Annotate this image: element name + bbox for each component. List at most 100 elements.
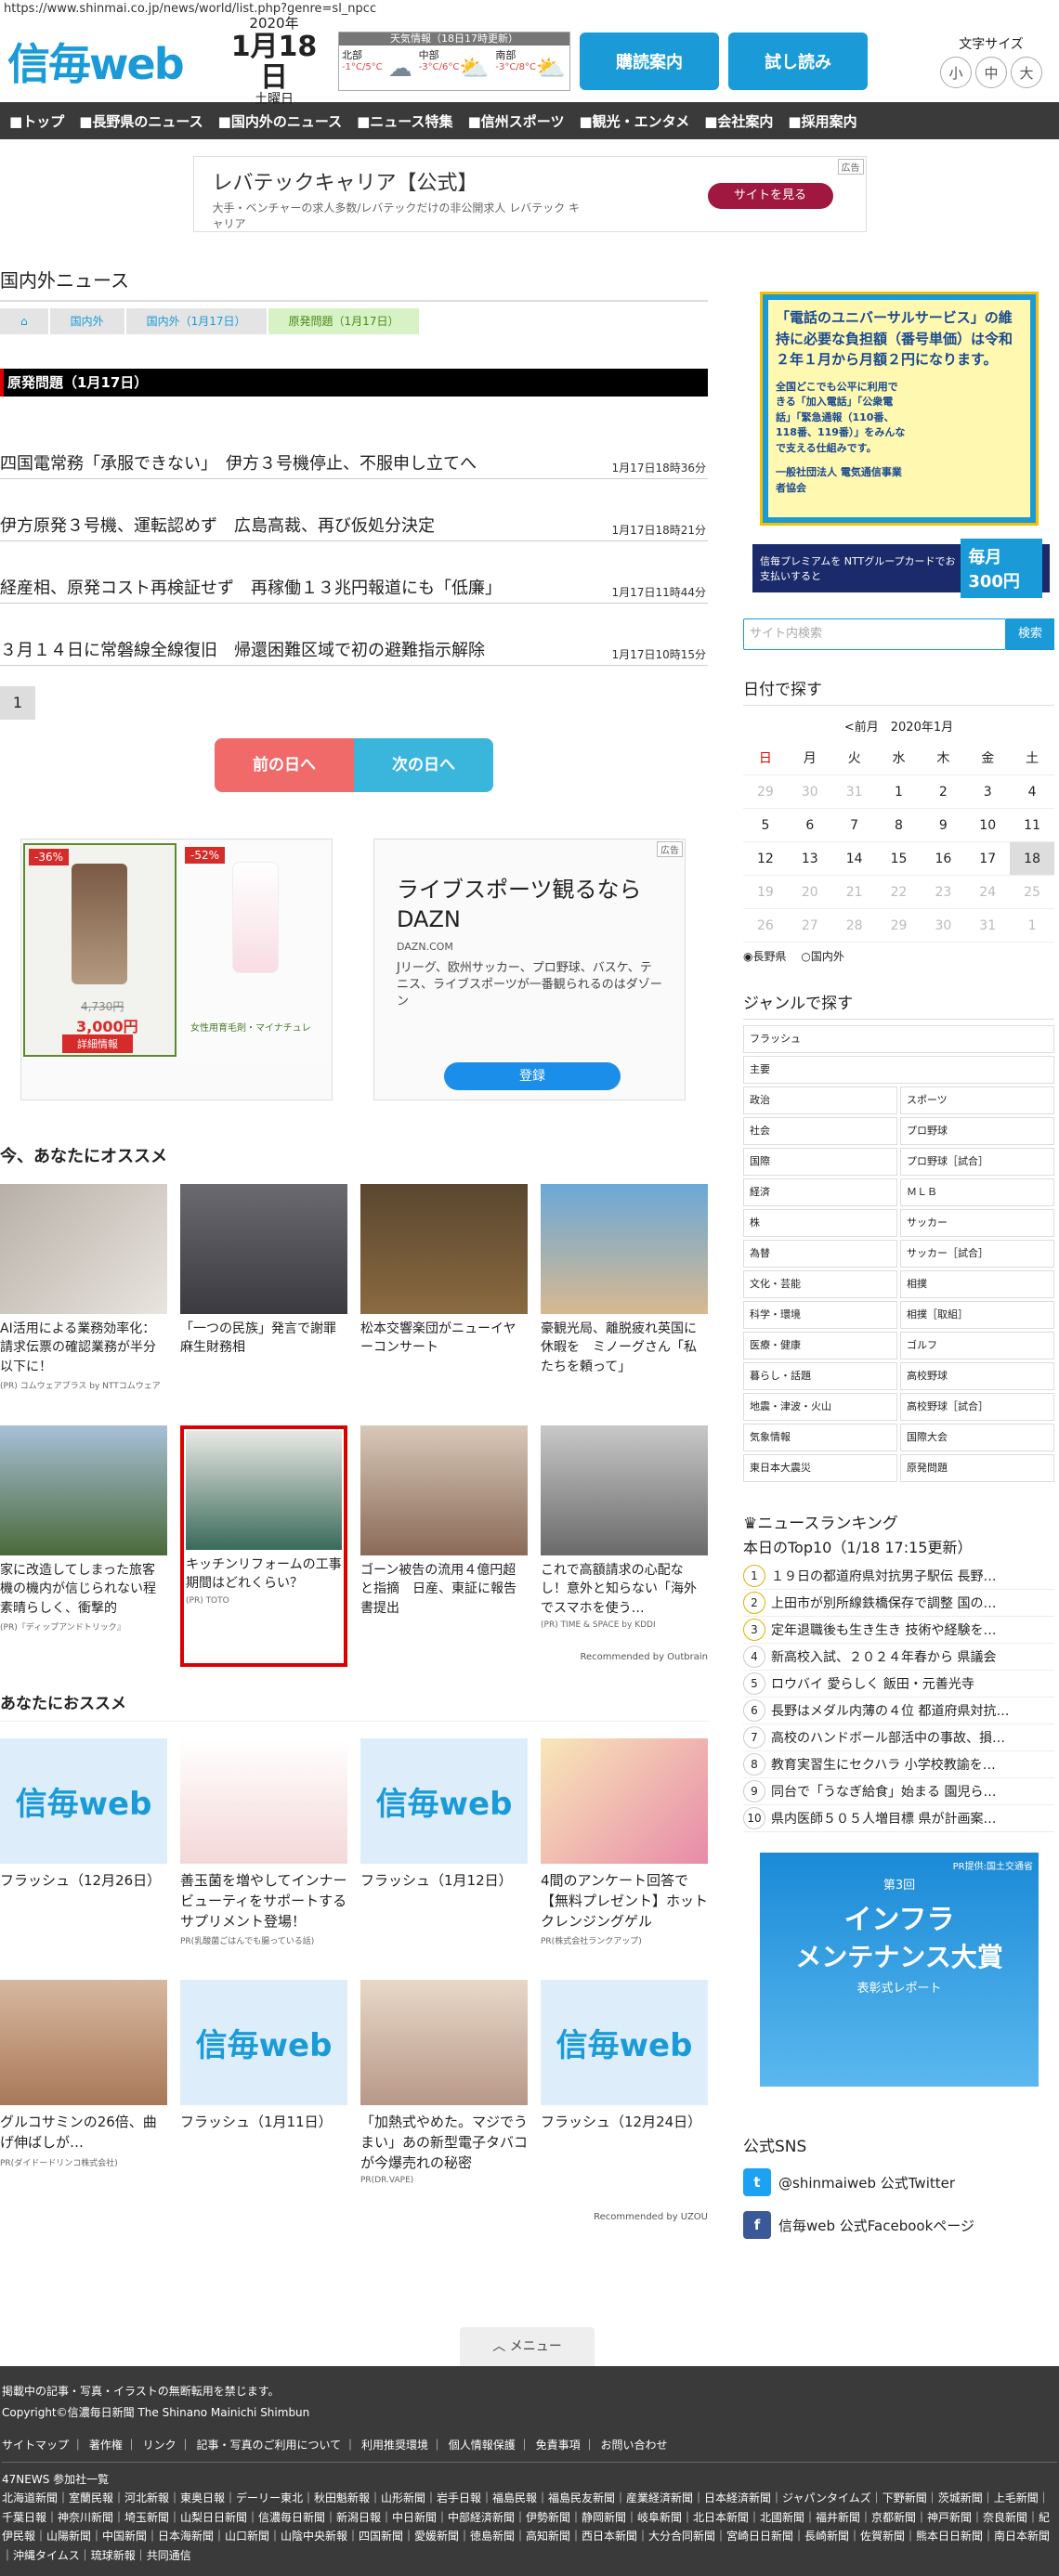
rank-title[interactable]: 長野はメダル内薄の４位 都道府県対抗… bbox=[771, 1701, 1009, 1720]
news-title[interactable]: 四国電常務「承服できない」 伊方３号機停止、不服申し立てへ bbox=[0, 450, 477, 475]
card-title[interactable]: フラッシュ（1月11日） bbox=[180, 2113, 347, 2133]
card-title[interactable]: AI活用による業務効率化：請求伝票の確認業務が半分以下に！ bbox=[0, 1320, 167, 1376]
news-item[interactable]: 経産相、原発コスト再検証せず 再稼働１３兆円報道にも「低廉」 1月17日11時44… bbox=[0, 541, 708, 604]
genre-item[interactable]: 国際大会 bbox=[900, 1424, 1054, 1451]
calendar-day[interactable]: 12 bbox=[743, 842, 788, 876]
genre-item[interactable]: 文化・芸能 bbox=[743, 1270, 897, 1298]
calendar-day[interactable]: 15 bbox=[876, 842, 922, 876]
news-item[interactable]: 伊方原発３号機、運転認めず 広島高裁、再び仮処分決定 1月17日18時21分 bbox=[0, 479, 708, 541]
footer-link[interactable]: 免責事項 ｜ bbox=[536, 2439, 595, 2452]
recommend-card[interactable]: 「一つの民族」発言で謝罪 麻生財務相 bbox=[180, 1184, 349, 1425]
genre-item[interactable]: ゴルフ bbox=[900, 1332, 1054, 1360]
genre-item[interactable]: 社会 bbox=[743, 1117, 897, 1145]
genre-item[interactable]: プロ野球［試合］ bbox=[900, 1148, 1054, 1176]
search-button[interactable]: 検索 bbox=[1006, 618, 1054, 650]
radio-world[interactable]: ○国内外 bbox=[801, 950, 844, 963]
calendar-day[interactable]: 17 bbox=[965, 842, 1011, 876]
genre-item[interactable]: 科学・環境 bbox=[743, 1301, 897, 1329]
infra-ad[interactable]: PR提供:国土交通省 第3回 インフラ メンテナンス大賞 表彰式レポート bbox=[760, 1853, 1039, 2087]
rank-title[interactable]: 教育実習生にセクハラ 小学校教諭を… bbox=[771, 1755, 996, 1774]
ranking-item[interactable]: 4 新高校入試、２０２４年春から 県議会 bbox=[743, 1644, 1054, 1671]
nav-tourism[interactable]: ■観光・エンタメ bbox=[571, 111, 697, 131]
recommend-card[interactable]: これで高額請求の心配なし！意外と知らない「海外でスマホを使う… (PR) TIME… bbox=[541, 1425, 708, 1667]
ranking-item[interactable]: 2 上田市が別所線鉄橋保存で調整 国の… bbox=[743, 1590, 1054, 1617]
font-large-button[interactable]: 大 bbox=[1011, 57, 1042, 88]
genre-item[interactable]: プロ野球 bbox=[900, 1117, 1054, 1145]
nav-company[interactable]: ■会社案内 bbox=[697, 111, 780, 131]
card-title[interactable]: キッチンリフォームの工事期間はどれくらい？ bbox=[186, 1555, 342, 1594]
menu-button[interactable]: ︿ メニュー bbox=[460, 2327, 595, 2366]
recommend2-card[interactable]: 信毎web フラッシュ（12月26日） bbox=[0, 1738, 167, 1980]
genre-item[interactable]: 相撲 bbox=[900, 1270, 1054, 1298]
premium-banner[interactable]: 信毎プレミアムを NTTグループカードでお支払いすると 毎月300円 bbox=[752, 539, 1050, 598]
recommend2-card[interactable]: 4間のアンケート回答で【無料プレゼント】ホットクレンジングゲル PR(株式会社ラン… bbox=[541, 1738, 708, 1980]
product-ad[interactable]: -36% 4,730円 3,000円 詳細情報 -52% 女性用育毛剤・マイナチ… bbox=[20, 839, 333, 1100]
rank-title[interactable]: 同台で「うなぎ給食」始まる 園児ら… bbox=[771, 1782, 996, 1801]
genre-item[interactable]: 暮らし・話題 bbox=[743, 1362, 897, 1390]
ranking-item[interactable]: 3 定年退職後も生き生き 技術や経験を… bbox=[743, 1617, 1054, 1644]
card-title[interactable]: 「加熱式やめた。マジでうまい」あの新型電子タバコが今爆売れの秘密 bbox=[360, 2113, 528, 2173]
footer-link[interactable]: 個人情報保護 ｜ bbox=[449, 2439, 530, 2452]
universal-service-ad[interactable]: 「電話のユニバーサルサービス」の維持に必要な負担額（番号単価）は令和２年１月から… bbox=[760, 292, 1039, 526]
genre-item[interactable]: スポーツ bbox=[900, 1086, 1054, 1114]
rank-title[interactable]: 上田市が別所線鉄橋保存で調整 国の… bbox=[771, 1594, 996, 1612]
product-panel[interactable]: -36% 4,730円 3,000円 詳細情報 bbox=[23, 843, 176, 1057]
footer-link[interactable]: リンク ｜ bbox=[143, 2439, 191, 2452]
genre-item[interactable]: ＭＬＢ bbox=[900, 1178, 1054, 1206]
calendar-day[interactable]: 5 bbox=[743, 809, 788, 842]
genre-item[interactable]: 高校野球［試合］ bbox=[900, 1393, 1054, 1421]
genre-item[interactable]: サッカー bbox=[900, 1209, 1054, 1237]
calendar-day[interactable]: 9 bbox=[921, 809, 966, 842]
nav-nagano[interactable]: ■長野県のニュース bbox=[72, 111, 210, 131]
genre-item[interactable]: 株 bbox=[743, 1209, 897, 1237]
rank-title[interactable]: ロウバイ 愛らしく 飯田・元善光寺 bbox=[771, 1674, 974, 1693]
calendar-day[interactable]: 1 bbox=[876, 775, 922, 809]
rank-title[interactable]: 高校のハンドボール部活中の事故、損… bbox=[771, 1728, 1005, 1747]
calendar-day[interactable]: 18 bbox=[1010, 842, 1054, 876]
weather-widget[interactable]: 天気情報（18日17時更新） 北部 -1°C/5°C ☁ 中部 -3°C/6°C ⛅ 南… bbox=[338, 32, 570, 91]
recommend-card[interactable]: 松本交響楽団がニューイヤーコンサート bbox=[360, 1184, 528, 1425]
pagination-page[interactable]: 1 bbox=[0, 686, 35, 720]
calendar-day[interactable]: 4 bbox=[1010, 775, 1054, 809]
card-title[interactable]: これで高額請求の心配なし！意外と知らない「海外でスマホを使う… bbox=[541, 1561, 708, 1618]
card-title[interactable]: フラッシュ（1月12日） bbox=[360, 1871, 528, 1892]
breadcrumb-item[interactable]: 国内外（1月17日） bbox=[125, 308, 267, 334]
genre-item[interactable]: 相撲［取組］ bbox=[900, 1301, 1054, 1329]
recommend2-card[interactable]: 「加熱式やめた。マジでうまい」あの新型電子タバコが今爆売れの秘密 PR(DR.VA… bbox=[360, 1980, 528, 2221]
top-banner-ad[interactable]: レバテックキャリア【公式】 大手・ベンチャーの求人多数/レバテックだけの非公開求… bbox=[192, 156, 867, 232]
calendar-day[interactable]: 13 bbox=[787, 842, 832, 876]
card-title[interactable]: 4間のアンケート回答で【無料プレゼント】ホットクレンジングゲル bbox=[541, 1871, 708, 1932]
genre-item[interactable]: 気象情報 bbox=[743, 1424, 897, 1451]
genre-item[interactable]: 国際 bbox=[743, 1148, 897, 1176]
ranking-item[interactable]: 8 教育実習生にセクハラ 小学校教諭を… bbox=[743, 1751, 1054, 1778]
ranking-item[interactable]: 10 県内医師５０５人増目標 県が計画案… bbox=[743, 1805, 1054, 1832]
next-day-button[interactable]: 次の日へ bbox=[354, 738, 493, 792]
nav-top[interactable]: ■トップ bbox=[2, 111, 72, 131]
nav-world[interactable]: ■国内外のニュース bbox=[211, 111, 349, 131]
recommend2-card[interactable]: 信毎web フラッシュ（1月11日） bbox=[180, 1980, 347, 2221]
ad-cta-button[interactable]: サイトを見る bbox=[707, 183, 833, 209]
footer-link[interactable]: サイトマップ ｜ bbox=[2, 2439, 84, 2452]
card-title[interactable]: グルコサミンの26倍、曲げ伸ばしが… bbox=[0, 2113, 167, 2153]
footer-link[interactable]: お問い合わせ bbox=[600, 2439, 667, 2452]
genre-item[interactable]: 東日本大震災 bbox=[743, 1454, 897, 1482]
genre-item[interactable]: 為替 bbox=[743, 1240, 897, 1268]
nav-recruit[interactable]: ■採用案内 bbox=[780, 111, 864, 131]
ranking-item[interactable]: 1 １９日の都道府県対抗男子駅伝 長野… bbox=[743, 1563, 1054, 1590]
nav-features[interactable]: ■ニュース特集 bbox=[349, 111, 460, 131]
recommend-card[interactable]: 豪観光局、離脱疲れ英国に休暇を ミノーグさん「私たちを頼って」 bbox=[541, 1184, 708, 1425]
genre-item[interactable]: フラッシュ bbox=[743, 1025, 1054, 1053]
card-title[interactable]: フラッシュ（12月24日） bbox=[541, 2113, 708, 2133]
card-title[interactable]: 善玉菌を増やしてインナービューティをサポートするサプリメント登場！ bbox=[180, 1871, 347, 1932]
detail-button[interactable]: 詳細情報 bbox=[62, 1034, 133, 1053]
footer-link[interactable]: 記事・写真のご利用について ｜ bbox=[196, 2439, 355, 2452]
news-title[interactable]: 伊方原発３号機、運転認めず 広島高裁、再び仮処分決定 bbox=[0, 513, 435, 537]
news-item[interactable]: ３月１４日に常磐線全線復旧 帰還困難区域で初の避難指示解除 1月17日10時15分 bbox=[0, 604, 708, 666]
subscribe-button[interactable]: 購読案内 bbox=[580, 33, 719, 90]
ranking-item[interactable]: 7 高校のハンドボール部活中の事故、損… bbox=[743, 1724, 1054, 1751]
card-title[interactable]: 豪観光局、離脱疲れ英国に休暇を ミノーグさん「私たちを頼って」 bbox=[541, 1320, 708, 1376]
recommend-card[interactable]: ゴーン被告の流用４億円超と指摘 日産、東証に報告書提出 bbox=[360, 1425, 528, 1667]
genre-item[interactable]: 原発問題 bbox=[900, 1454, 1054, 1482]
genre-item[interactable]: 政治 bbox=[743, 1086, 897, 1114]
card-title[interactable]: ゴーン被告の流用４億円超と指摘 日産、東証に報告書提出 bbox=[360, 1561, 528, 1618]
